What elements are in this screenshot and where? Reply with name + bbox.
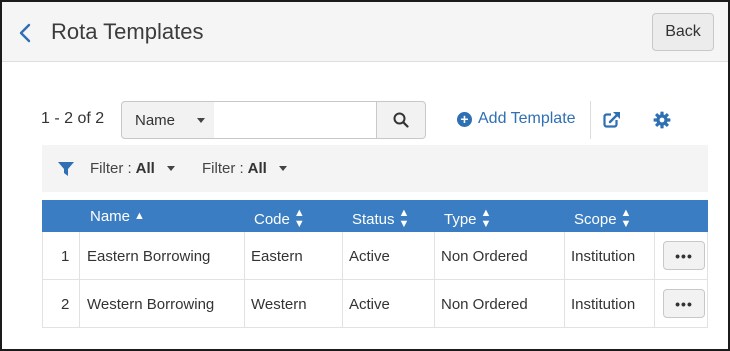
column-divider: [342, 232, 343, 280]
cell-scope: Institution: [571, 247, 636, 265]
column-divider: [434, 280, 435, 328]
add-template-button[interactable]: + Add Template: [457, 110, 576, 128]
results-count: 1 - 2 of 2: [41, 110, 105, 127]
column-divider: [564, 232, 565, 280]
column-header-status[interactable]: Status ▲ ▼: [352, 208, 409, 230]
column-header-code[interactable]: Code ▲ ▼: [254, 208, 305, 230]
chevron-down-icon: [278, 166, 287, 171]
cell-status: Active: [349, 247, 390, 265]
table-row[interactable]: 2 Western Borrowing Western Active Non O…: [42, 280, 708, 328]
cell-code: Western: [251, 295, 307, 313]
filter-value: All: [135, 160, 155, 177]
cell-type: Non Ordered: [441, 295, 528, 313]
column-divider: [342, 280, 343, 328]
column-label: Code: [254, 210, 290, 228]
row-index: 2: [61, 295, 70, 313]
filter-icon: [58, 162, 74, 176]
sort-icon: ▲ ▼: [620, 207, 632, 230]
cell-status: Active: [349, 295, 390, 313]
column-divider: [434, 232, 435, 280]
page-frame: Rota Templates Back 1 - 2 of 2 Name + Ad…: [0, 0, 730, 351]
back-arrow-icon[interactable]: [16, 22, 36, 44]
back-button[interactable]: Back: [652, 13, 714, 51]
sort-icon: ▲ ▼: [293, 207, 305, 230]
search-input[interactable]: [214, 101, 377, 139]
chevron-down-icon: [166, 166, 175, 171]
column-label: Type: [444, 210, 477, 228]
gear-icon[interactable]: [653, 111, 671, 129]
table-header: Name ▲ Code ▲ ▼ Status ▲ ▼ Type ▲ ▼ Scope ▲…: [42, 200, 708, 232]
filter-dropdown-2[interactable]: Filter : All: [202, 160, 287, 177]
row-actions-button[interactable]: •••: [663, 289, 705, 318]
sort-icon: ▲ ▼: [398, 207, 410, 230]
column-label: Scope: [574, 210, 617, 228]
column-divider: [79, 232, 80, 280]
cell-code: Eastern: [251, 247, 303, 265]
column-label: Status: [352, 210, 395, 228]
search-icon: [393, 112, 409, 128]
sort-ascending-icon: ▲: [134, 210, 145, 222]
cell-scope: Institution: [571, 295, 636, 313]
filter-label: Filter :: [90, 160, 132, 177]
search-field-select[interactable]: Name: [121, 101, 215, 139]
column-divider: [654, 280, 655, 328]
row-index: 1: [61, 247, 70, 265]
column-divider: [244, 280, 245, 328]
toolbar-divider: [590, 101, 591, 139]
column-divider: [654, 232, 655, 280]
column-header-type[interactable]: Type ▲ ▼: [444, 208, 491, 230]
export-icon[interactable]: [603, 111, 621, 129]
search-field-value: Name: [135, 111, 176, 129]
filter-dropdown-1[interactable]: Filter : All: [90, 160, 175, 177]
row-actions-button[interactable]: •••: [663, 241, 705, 270]
column-label: Name: [90, 208, 131, 225]
column-divider: [244, 232, 245, 280]
column-header-scope[interactable]: Scope ▲ ▼: [574, 208, 631, 230]
table-row[interactable]: 1 Eastern Borrowing Eastern Active Non O…: [42, 232, 708, 280]
filter-label: Filter :: [202, 160, 244, 177]
column-divider: [79, 280, 80, 328]
cell-name: Eastern Borrowing: [87, 247, 211, 265]
page-header: Rota Templates Back: [2, 2, 728, 62]
chevron-down-icon: [197, 118, 205, 123]
filter-value: All: [247, 160, 267, 177]
plus-circle-icon: +: [457, 111, 472, 127]
search-button[interactable]: [376, 101, 426, 139]
column-header-name[interactable]: Name ▲: [90, 208, 145, 225]
filter-bar: Filter : All Filter : All: [42, 145, 708, 192]
cell-type: Non Ordered: [441, 247, 528, 265]
sort-icon: ▲ ▼: [480, 207, 492, 230]
column-divider: [564, 280, 565, 328]
add-template-label: Add Template: [478, 110, 576, 127]
page-title: Rota Templates: [51, 19, 204, 44]
cell-name: Western Borrowing: [87, 295, 215, 313]
